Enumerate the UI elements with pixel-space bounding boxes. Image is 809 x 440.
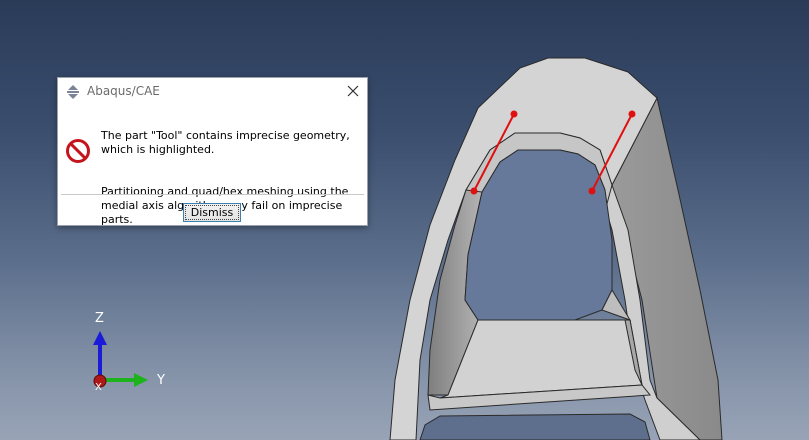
imprecise-geometry-dialog[interactable]: Abaqus/CAE The part "Tool" contains impr… <box>57 77 368 226</box>
dialog-message-line1: The part "Tool" contains imprecise geome… <box>101 129 350 156</box>
lower-slot <box>419 413 651 440</box>
triad-y-label: Y <box>156 373 165 388</box>
close-icon[interactable] <box>345 83 361 99</box>
dismiss-button[interactable]: Dismiss <box>183 203 241 222</box>
dialog-message: The part "Tool" contains imprecise geome… <box>101 115 363 241</box>
dialog-separator <box>61 194 364 195</box>
dialog-title: Abaqus/CAE <box>87 84 160 98</box>
triad-z-label: Z <box>95 311 104 326</box>
abaqus-app-icon <box>67 85 79 99</box>
triad-x-label: X <box>95 382 102 393</box>
viewport[interactable]: Z Y X Abaqus/CAE The part "Tool" contain… <box>0 0 809 440</box>
coordinate-triad: Z Y X <box>93 311 165 393</box>
dialog-titlebar[interactable]: Abaqus/CAE <box>58 78 367 106</box>
stop-icon <box>66 139 90 163</box>
